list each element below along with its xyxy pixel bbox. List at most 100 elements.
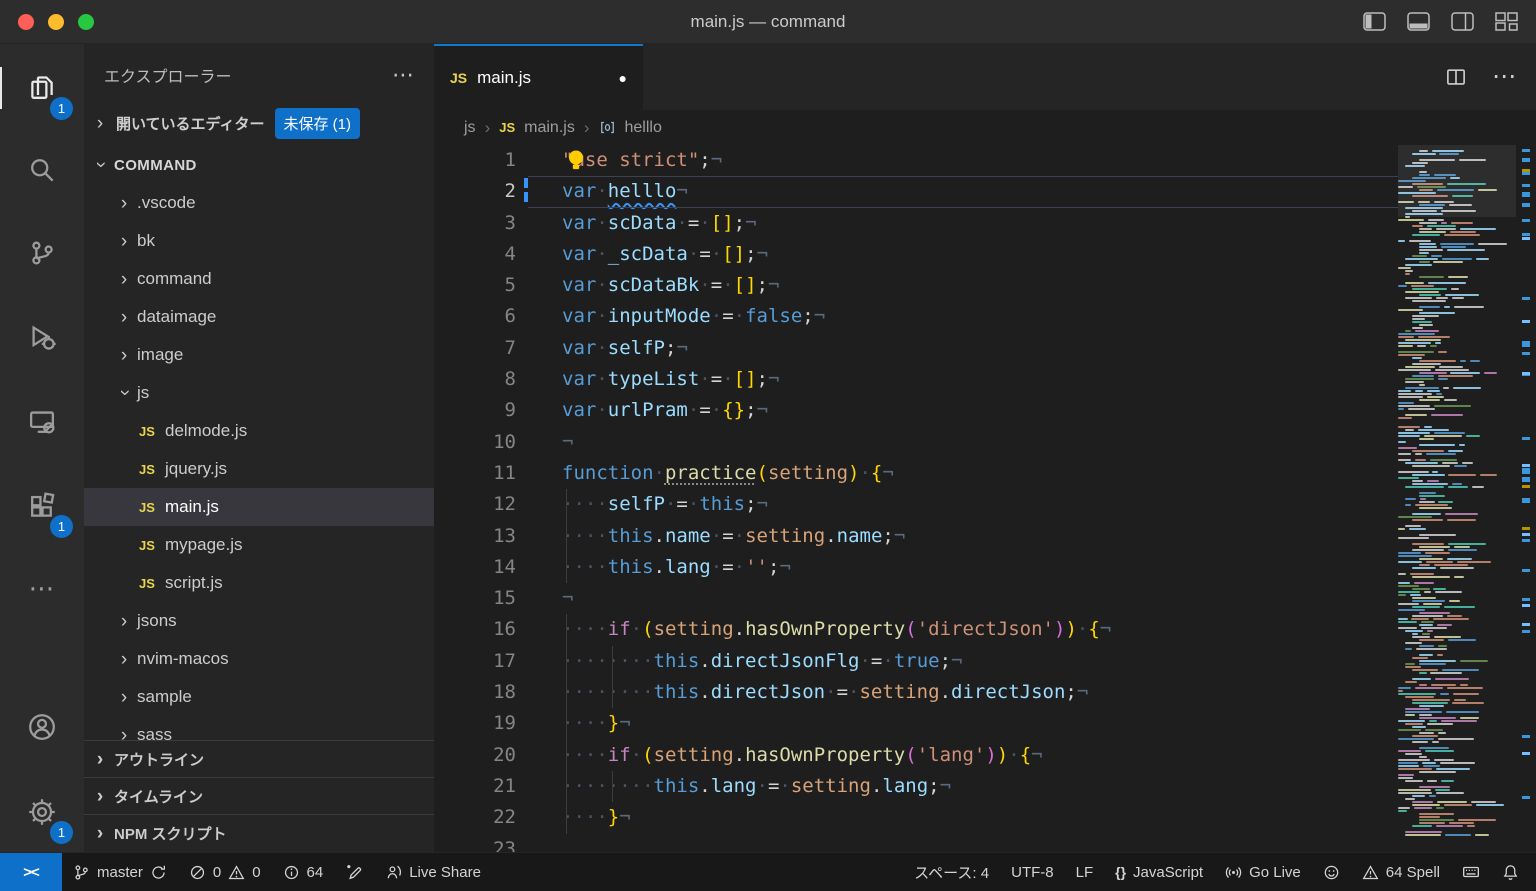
indentation-item[interactable]: スペース: 4 xyxy=(903,853,1000,891)
live-share-item[interactable]: Live Share xyxy=(374,853,492,891)
minimap[interactable] xyxy=(1398,145,1516,852)
feedback-item[interactable] xyxy=(1312,853,1351,891)
tree-item-label: command xyxy=(137,269,212,289)
section-outline[interactable]: › アウトライン xyxy=(84,740,434,777)
close-window-button[interactable] xyxy=(18,14,34,30)
code-line-19[interactable]: 19····}¬ xyxy=(434,708,1398,739)
line-number: 1 xyxy=(434,145,562,176)
code-line-21[interactable]: 21········this.lang·=·setting.lang;¬ xyxy=(434,771,1398,802)
activity-accounts[interactable] xyxy=(0,686,84,768)
breadcrumb-symbol[interactable]: helllo xyxy=(625,119,662,137)
tree-item-script.js[interactable]: JSscript.js xyxy=(84,564,434,602)
tree-item-delmode.js[interactable]: JSdelmode.js xyxy=(84,412,434,450)
section-timeline[interactable]: › タイムライン xyxy=(84,777,434,814)
notifications-item[interactable] xyxy=(1491,853,1530,891)
code-line-14[interactable]: 14····this.lang·=·'';¬ xyxy=(434,552,1398,583)
code-line-3[interactable]: 3var·scData·=·[];¬ xyxy=(434,208,1398,239)
settings-badge: 1 xyxy=(50,821,73,844)
line-number: 20 xyxy=(434,740,562,771)
tree-item-js[interactable]: ›js xyxy=(84,374,434,412)
code-line-13[interactable]: 13····this.name·=·setting.name;¬ xyxy=(434,521,1398,552)
code-line-8[interactable]: 8var·typeList·=·[];¬ xyxy=(434,364,1398,395)
code-line-10[interactable]: 10¬ xyxy=(434,427,1398,458)
toggle-secondary-sidebar-icon[interactable] xyxy=(1451,12,1474,31)
code-line-22[interactable]: 22····}¬ xyxy=(434,802,1398,833)
js-file-icon: JS xyxy=(499,120,515,135)
problems-item[interactable]: 0 0 xyxy=(178,853,272,891)
code-line-7[interactable]: 7var·selfP;¬ xyxy=(434,333,1398,364)
tree-item-main.js[interactable]: JSmain.js xyxy=(84,488,434,526)
tree-item-nvim-macos[interactable]: ›nvim-macos xyxy=(84,640,434,678)
code-line-6[interactable]: 6var·inputMode·=·false;¬ xyxy=(434,301,1398,332)
activity-extensions[interactable]: 1 xyxy=(0,465,84,547)
remote-indicator[interactable]: >< xyxy=(0,853,62,891)
code-line-4[interactable]: 4var·_scData·=·[];¬ xyxy=(434,239,1398,270)
toggle-primary-sidebar-icon[interactable] xyxy=(1363,12,1386,31)
activity-settings[interactable]: 1 xyxy=(0,771,84,853)
tree-item-jsons[interactable]: ›jsons xyxy=(84,602,434,640)
code-line-15[interactable]: 15¬ xyxy=(434,583,1398,614)
edit-toggle-item[interactable] xyxy=(334,853,374,891)
lightbulb-icon[interactable] xyxy=(565,148,587,172)
editor-actions: ⋯ xyxy=(1446,44,1516,110)
spell-checker-item[interactable]: 64 Spell xyxy=(1351,853,1451,891)
tree-item-sample[interactable]: ›sample xyxy=(84,678,434,716)
workspace-section-header[interactable]: › COMMAND xyxy=(84,146,434,184)
code-line-12[interactable]: 12····selfP·=·this;¬ xyxy=(434,489,1398,520)
keyboard-item[interactable] xyxy=(1451,853,1491,891)
customize-layout-icon[interactable] xyxy=(1495,12,1518,31)
tree-item-jquery.js[interactable]: JSjquery.js xyxy=(84,450,434,488)
toggle-panel-icon[interactable] xyxy=(1407,12,1430,31)
activity-explorer[interactable]: 1 xyxy=(0,47,84,129)
minimize-window-button[interactable] xyxy=(48,14,64,30)
tab-main-js[interactable]: JS main.js ● xyxy=(434,44,643,110)
code-line-16[interactable]: 16····if·(setting.hasOwnProperty('direct… xyxy=(434,614,1398,645)
chevron-right-icon: › xyxy=(92,114,108,133)
tree-item-bk[interactable]: ›bk xyxy=(84,222,434,260)
section-npm-scripts[interactable]: › NPM スクリプト xyxy=(84,814,434,851)
tree-item-command[interactable]: ›command xyxy=(84,260,434,298)
breadcrumb-file[interactable]: main.js xyxy=(524,119,575,137)
code-line-2[interactable]: 2var·helllo¬ xyxy=(434,176,1398,207)
code-line-20[interactable]: 20····if·(setting.hasOwnProperty('lang')… xyxy=(434,740,1398,771)
activity-remote-explorer[interactable] xyxy=(0,381,84,463)
tree-item-image[interactable]: ›image xyxy=(84,336,434,374)
breadcrumb-folder[interactable]: js xyxy=(464,119,476,137)
unsaved-dot-icon[interactable]: ● xyxy=(619,70,627,86)
line-number: 23 xyxy=(434,834,562,852)
code-line-11[interactable]: 11function·practice(setting)·{¬ xyxy=(434,458,1398,489)
eol-item[interactable]: LF xyxy=(1065,853,1105,891)
activity-search[interactable] xyxy=(0,129,84,211)
tree-item-dataimage[interactable]: ›dataimage xyxy=(84,298,434,336)
code-line-23[interactable]: 23 xyxy=(434,834,1398,852)
js-file-icon: JS xyxy=(134,500,160,515)
info-count-item[interactable]: 64 xyxy=(272,853,335,891)
activity-source-control[interactable] xyxy=(0,212,84,294)
open-editors-section[interactable]: › 開いているエディター 未保存 (1) xyxy=(84,100,434,146)
split-editor-icon[interactable] xyxy=(1446,67,1466,87)
tree-item-label: .vscode xyxy=(137,193,196,213)
encoding-item[interactable]: UTF-8 xyxy=(1000,853,1065,891)
line-number: 2 xyxy=(434,176,562,207)
code-line-17[interactable]: 17········this.directJsonFlg·=·true;¬ xyxy=(434,646,1398,677)
code-line-9[interactable]: 9var·urlPram·=·{};¬ xyxy=(434,395,1398,426)
language-item[interactable]: {} JavaScript xyxy=(1104,853,1214,891)
tree-item-sass[interactable]: ›sass xyxy=(84,716,434,740)
zoom-window-button[interactable] xyxy=(78,14,94,30)
minimap-slider[interactable] xyxy=(1398,145,1516,217)
editor-more-icon[interactable]: ⋯ xyxy=(1492,72,1516,82)
js-file-icon: JS xyxy=(134,576,160,591)
code-line-5[interactable]: 5var·scDataBk·=·[];¬ xyxy=(434,270,1398,301)
indent-guide xyxy=(566,646,567,677)
sidebar-more-actions-icon[interactable]: ⋯ xyxy=(392,70,414,80)
activity-run-debug[interactable] xyxy=(0,296,84,378)
branch-item[interactable]: master xyxy=(62,853,178,891)
tree-item-.vscode[interactable]: ›.vscode xyxy=(84,184,434,222)
titlebar-layout-controls xyxy=(1363,12,1536,31)
warning-icon xyxy=(228,864,245,881)
tree-item-mypage.js[interactable]: JSmypage.js xyxy=(84,526,434,564)
code-line-18[interactable]: 18········this.directJson·=·setting.dire… xyxy=(434,677,1398,708)
go-live-item[interactable]: Go Live xyxy=(1214,853,1312,891)
activity-more[interactable]: ⋯ xyxy=(0,547,84,629)
sidebar-title: エクスプローラー xyxy=(104,63,232,87)
